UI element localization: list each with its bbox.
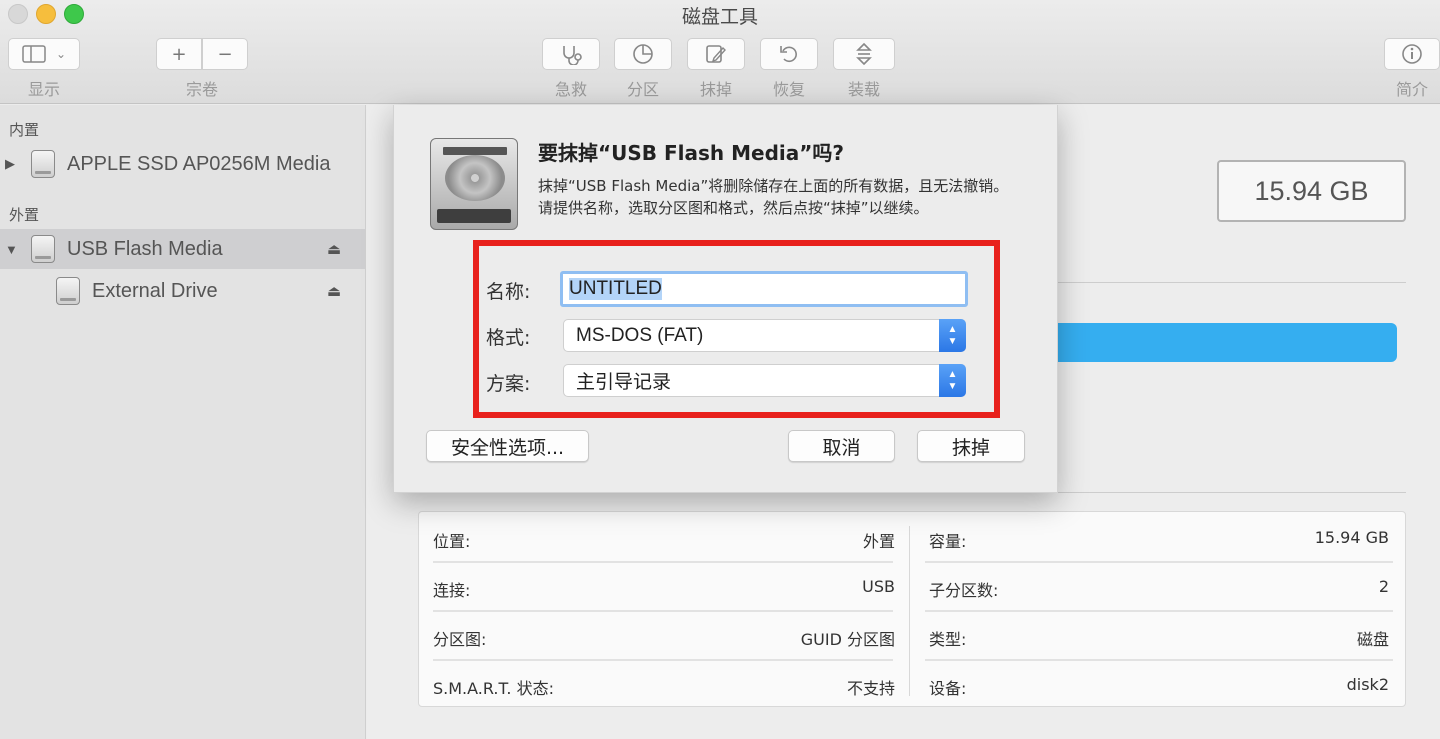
scheme-select-value: 主引导记录 <box>576 372 672 393</box>
first-aid-label: 急救 <box>554 80 587 99</box>
partition-button[interactable] <box>614 38 672 70</box>
eject-icon[interactable]: ⏏ <box>327 240 341 258</box>
minus-icon: − <box>217 43 233 65</box>
info-value: 磁盘 <box>1356 630 1389 649</box>
info-label: S.M.A.R.T. 状态: <box>433 679 554 698</box>
cancel-button[interactable]: 取消 <box>788 430 895 462</box>
sidebar-icon <box>22 45 46 63</box>
volume-icon <box>56 277 80 305</box>
name-label: 名称: <box>486 281 531 303</box>
stethoscope-icon <box>563 46 582 65</box>
sidebar-item-external-drive[interactable]: External Drive ⏏ <box>0 271 365 311</box>
format-label: 格式: <box>486 327 531 349</box>
dialog-message: 抹掉“USB Flash Media”将删除储存在上面的所有数据，且无法撤销。请… <box>538 177 1009 217</box>
row-divider <box>433 659 893 661</box>
info-label: 位置: <box>433 532 471 551</box>
erase-button[interactable]: 抹掉 <box>917 430 1025 462</box>
sidebar: 内置 ▶ APPLE SSD AP0256M Media 外置 ▼ USB Fl… <box>0 105 366 739</box>
row-divider <box>433 561 893 563</box>
plus-icon: + <box>171 43 187 65</box>
sidebar-item-apple-ssd[interactable]: ▶ APPLE SSD AP0256M Media <box>0 144 365 184</box>
info-icon <box>1402 44 1422 64</box>
info-value: disk2 <box>1346 675 1389 694</box>
sidebar-item-usb-flash-media[interactable]: ▼ USB Flash Media ⏏ <box>0 229 365 269</box>
add-volume-button[interactable]: + <box>156 38 202 70</box>
scheme-label: 方案: <box>486 373 531 395</box>
mount-icon <box>856 42 872 66</box>
erase-icon <box>706 45 726 63</box>
restore-button[interactable] <box>760 38 818 70</box>
row-divider <box>925 561 1393 563</box>
divider <box>1058 492 1406 493</box>
capacity-display: 15.94 GB <box>1217 160 1406 222</box>
view-button[interactable]: ⌄ <box>8 38 80 70</box>
info-value: USB <box>862 577 895 596</box>
select-stepper-icon: ▲ ▼ <box>939 364 966 397</box>
format-select-value: MS-DOS (FAT) <box>576 324 704 346</box>
sidebar-item-label: APPLE SSD AP0256M Media <box>67 152 331 175</box>
scheme-select[interactable]: 主引导记录 ▲ ▼ <box>563 364 966 397</box>
row-divider <box>925 610 1393 612</box>
column-divider <box>909 526 910 696</box>
internal-section-title: 内置 <box>9 121 40 139</box>
security-options-button[interactable]: 安全性选项... <box>426 430 589 462</box>
volume-label: 宗卷 <box>185 80 218 99</box>
sidebar-item-label: External Drive <box>92 279 218 302</box>
info-value: 2 <box>1378 577 1389 596</box>
info-table: 位置: 外置 容量: 15.94 GB 连接: USB 子分区数: 2 分区图:… <box>418 511 1406 707</box>
chevron-down-icon: ⌄ <box>55 47 67 61</box>
row-divider <box>433 610 893 612</box>
mount-label: 装载 <box>847 80 880 99</box>
eject-icon[interactable]: ⏏ <box>327 282 341 300</box>
info-label: 简介 <box>1395 80 1428 99</box>
info-button[interactable] <box>1384 38 1440 70</box>
first-aid-button[interactable] <box>542 38 600 70</box>
partition-label: 分区 <box>626 80 659 99</box>
info-label: 类型: <box>929 630 967 649</box>
format-select[interactable]: MS-DOS (FAT) ▲ ▼ <box>563 319 966 352</box>
dialog-title: 要抹掉“USB Flash Media”吗? <box>538 141 844 165</box>
window-title: 磁盘工具 <box>681 6 758 28</box>
divider <box>1058 282 1406 283</box>
info-label: 子分区数: <box>929 581 999 600</box>
external-disk-icon <box>31 235 55 263</box>
pie-icon <box>633 44 653 64</box>
info-label: 连接: <box>433 581 471 600</box>
restore-label: 恢复 <box>772 80 805 99</box>
restore-icon <box>780 46 797 63</box>
erase-toolbar-button[interactable] <box>687 38 745 70</box>
info-value: 15.94 GB <box>1314 528 1389 547</box>
disclosure-right-icon[interactable]: ▶ <box>5 156 15 172</box>
external-section-title: 外置 <box>9 206 40 224</box>
name-input[interactable]: UNTITLED <box>560 271 968 307</box>
toolbar: 磁盘工具 ⌄ 显示 + − 宗卷 急救 分区 抹掉 恢复 装载 简介 <box>0 0 1440 104</box>
info-value: 外置 <box>862 532 895 551</box>
internal-disk-icon <box>31 150 55 178</box>
remove-volume-button[interactable]: − <box>202 38 248 70</box>
name-input-value: UNTITLED <box>569 278 662 300</box>
info-label: 设备: <box>929 679 967 698</box>
usage-bar <box>1040 323 1397 362</box>
hard-drive-icon <box>430 138 518 230</box>
mount-button[interactable] <box>833 38 895 70</box>
sidebar-item-label: USB Flash Media <box>67 237 223 260</box>
erase-toolbar-label: 抹掉 <box>699 80 732 99</box>
info-value: GUID 分区图 <box>800 630 895 649</box>
info-label: 分区图: <box>433 630 487 649</box>
info-label: 容量: <box>929 532 967 551</box>
info-value: 不支持 <box>846 679 895 698</box>
view-label: 显示 <box>27 80 60 99</box>
select-stepper-icon: ▲ ▼ <box>939 319 966 352</box>
disclosure-down-icon[interactable]: ▼ <box>5 242 18 257</box>
row-divider <box>925 659 1393 661</box>
